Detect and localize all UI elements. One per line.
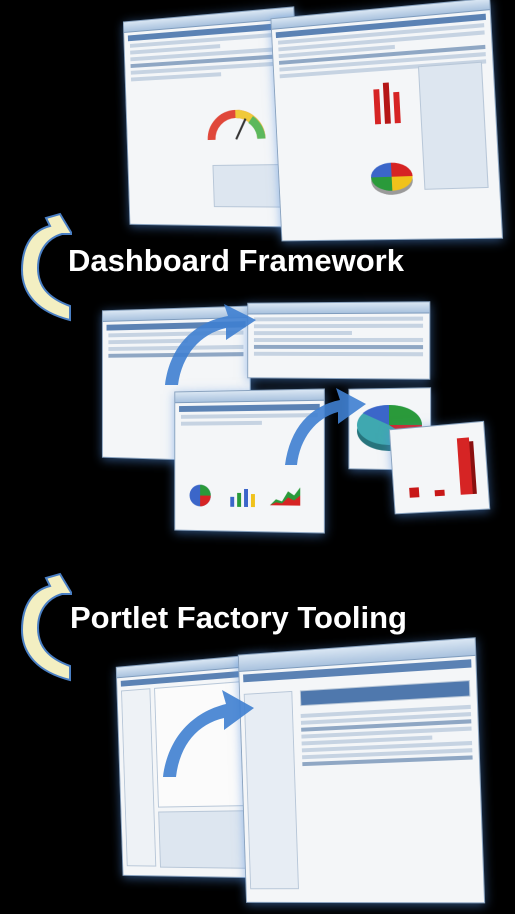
gauge-icon	[206, 103, 267, 146]
flow-arrow-icon-3	[163, 690, 254, 777]
bar-3d-icon	[409, 437, 477, 498]
portlet-window-bars	[388, 420, 491, 515]
section-caption-portlet-factory: Portlet Factory Tooling	[70, 600, 407, 635]
flow-arrow-icon-2	[285, 388, 366, 465]
dashboard-window-charts	[270, 0, 504, 242]
portlet-screenshots	[90, 300, 500, 550]
tooling-screenshots	[108, 637, 498, 910]
pie-chart-icon	[370, 161, 414, 196]
tooling-window-form	[237, 637, 486, 904]
curved-up-arrow-icon-2	[20, 572, 72, 682]
mini-area-icon	[269, 487, 301, 506]
flow-arrow-icon	[165, 304, 256, 385]
portlet-window-list	[247, 301, 431, 380]
dashboard-screenshots	[110, 0, 504, 243]
curved-up-arrow-icon	[20, 212, 72, 322]
mini-pie-icon	[189, 484, 211, 507]
section-caption-dashboard: Dashboard Framework	[68, 243, 404, 278]
bar-chart-icon	[373, 82, 401, 125]
mini-bar-icon	[230, 489, 255, 508]
